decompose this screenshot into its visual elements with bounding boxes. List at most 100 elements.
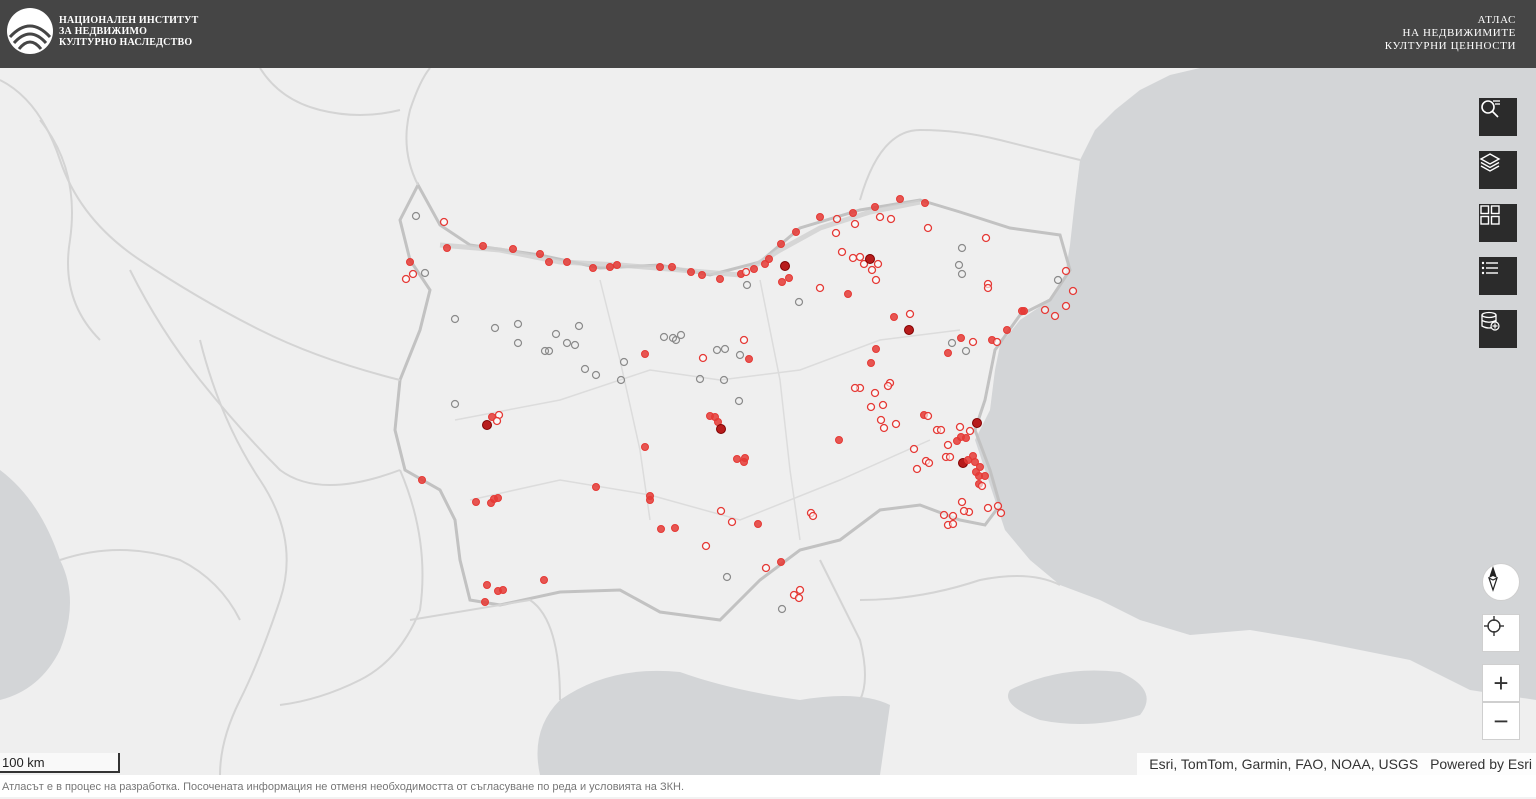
heritage-site-marker[interactable] bbox=[921, 199, 929, 207]
heritage-site-marker[interactable] bbox=[844, 290, 852, 298]
data-add-button[interactable] bbox=[1479, 310, 1517, 348]
heritage-site-marker[interactable] bbox=[871, 275, 881, 285]
heritage-site-marker[interactable] bbox=[808, 511, 818, 521]
search-tool-button[interactable] bbox=[1479, 98, 1517, 136]
legend-button[interactable] bbox=[1479, 257, 1517, 295]
heritage-site-marker[interactable] bbox=[871, 203, 879, 211]
heritage-site-marker[interactable] bbox=[794, 593, 804, 603]
heritage-site-marker[interactable] bbox=[948, 519, 958, 529]
heritage-site-marker[interactable] bbox=[849, 209, 857, 217]
layers-button[interactable] bbox=[1479, 151, 1517, 189]
heritage-site-marker[interactable] bbox=[479, 242, 487, 250]
heritage-site-marker[interactable] bbox=[904, 325, 914, 335]
heritage-site-marker-gray[interactable] bbox=[420, 268, 430, 278]
heritage-site-marker-gray[interactable] bbox=[490, 323, 500, 333]
heritage-site-marker[interactable] bbox=[867, 265, 877, 275]
heritage-site-marker-gray[interactable] bbox=[742, 280, 752, 290]
heritage-site-marker[interactable] bbox=[983, 283, 993, 293]
heritage-site-marker[interactable] bbox=[1061, 266, 1071, 276]
powered-by-link[interactable]: Powered by Esri bbox=[1430, 756, 1532, 772]
heritage-site-marker-gray[interactable] bbox=[450, 399, 460, 409]
heritage-site-marker[interactable] bbox=[668, 263, 676, 271]
heritage-site-marker[interactable] bbox=[765, 255, 773, 263]
heritage-site-marker[interactable] bbox=[733, 455, 741, 463]
heritage-site-marker[interactable] bbox=[406, 258, 414, 266]
heritage-site-marker[interactable] bbox=[536, 250, 544, 258]
heritage-site-marker[interactable] bbox=[481, 598, 489, 606]
zoom-out-button[interactable]: − bbox=[1482, 702, 1520, 740]
heritage-site-marker[interactable] bbox=[739, 335, 749, 345]
heritage-site-marker[interactable] bbox=[780, 261, 790, 271]
heritage-site-marker[interactable] bbox=[872, 345, 880, 353]
heritage-site-marker[interactable] bbox=[795, 585, 805, 595]
heritage-site-marker[interactable] bbox=[905, 309, 915, 319]
heritage-site-marker[interactable] bbox=[992, 337, 1002, 347]
heritage-site-marker-gray[interactable] bbox=[570, 340, 580, 350]
heritage-site-marker[interactable] bbox=[977, 481, 987, 491]
heritage-site-marker-gray[interactable] bbox=[777, 604, 787, 614]
heritage-site-marker-gray[interactable] bbox=[513, 319, 523, 329]
heritage-site-marker-gray[interactable] bbox=[722, 572, 732, 582]
heritage-site-marker[interactable] bbox=[509, 245, 517, 253]
heritage-site-marker[interactable] bbox=[876, 415, 886, 425]
heritage-site-marker[interactable] bbox=[873, 259, 883, 269]
heritage-site-marker[interactable] bbox=[867, 359, 875, 367]
heritage-site-marker[interactable] bbox=[716, 424, 726, 434]
heritage-site-marker[interactable] bbox=[1003, 326, 1011, 334]
heritage-site-marker[interactable] bbox=[540, 576, 548, 584]
heritage-site-marker[interactable] bbox=[741, 454, 749, 462]
heritage-site-marker[interactable] bbox=[778, 278, 786, 286]
heritage-site-marker[interactable] bbox=[785, 274, 793, 282]
heritage-site-marker[interactable] bbox=[855, 252, 865, 262]
heritage-site-marker-gray[interactable] bbox=[720, 344, 730, 354]
zoom-in-button[interactable]: + bbox=[1482, 664, 1520, 702]
heritage-site-marker[interactable] bbox=[850, 219, 860, 229]
heritage-site-marker[interactable] bbox=[939, 510, 949, 520]
heritage-site-marker-gray[interactable] bbox=[450, 314, 460, 324]
heritage-site-marker[interactable] bbox=[545, 258, 553, 266]
heritage-site-marker[interactable] bbox=[499, 586, 507, 594]
heritage-site-marker[interactable] bbox=[646, 496, 654, 504]
heritage-site-marker[interactable] bbox=[965, 426, 975, 436]
heritage-site-marker-gray[interactable] bbox=[735, 350, 745, 360]
heritage-site-marker[interactable] bbox=[494, 494, 502, 502]
heritage-site-marker[interactable] bbox=[936, 425, 946, 435]
heritage-site-marker[interactable] bbox=[641, 443, 649, 451]
heritage-site-marker[interactable] bbox=[968, 337, 978, 347]
heritage-site-marker-gray[interactable] bbox=[1053, 275, 1063, 285]
heritage-site-marker[interactable] bbox=[923, 223, 933, 233]
heritage-site-marker[interactable] bbox=[909, 444, 919, 454]
heritage-site-marker[interactable] bbox=[870, 388, 880, 398]
heritage-site-marker[interactable] bbox=[815, 283, 825, 293]
heritage-site-marker[interactable] bbox=[443, 244, 451, 252]
heritage-site-marker[interactable] bbox=[850, 383, 860, 393]
heritage-site-marker[interactable] bbox=[592, 483, 600, 491]
heritage-site-marker[interactable] bbox=[401, 274, 411, 284]
heritage-site-marker[interactable] bbox=[408, 269, 418, 279]
heritage-site-marker-gray[interactable] bbox=[574, 321, 584, 331]
heritage-site-marker[interactable] bbox=[439, 217, 449, 227]
heritage-site-marker[interactable] bbox=[962, 434, 970, 442]
heritage-site-marker-gray[interactable] bbox=[794, 297, 804, 307]
heritage-site-marker[interactable] bbox=[563, 258, 571, 266]
heritage-site-marker[interactable] bbox=[866, 402, 876, 412]
heritage-site-marker-gray[interactable] bbox=[411, 211, 421, 221]
heritage-site-marker[interactable] bbox=[957, 497, 967, 507]
heritage-site-marker[interactable] bbox=[745, 355, 753, 363]
heritage-site-marker-gray[interactable] bbox=[712, 345, 722, 355]
institute-logo[interactable] bbox=[6, 7, 54, 55]
heritage-site-marker[interactable] bbox=[716, 506, 726, 516]
heritage-site-marker[interactable] bbox=[955, 422, 965, 432]
heritage-site-marker[interactable] bbox=[883, 381, 893, 391]
heritage-site-marker[interactable] bbox=[944, 349, 952, 357]
heritage-site-marker-gray[interactable] bbox=[619, 357, 629, 367]
heritage-site-marker[interactable] bbox=[957, 334, 965, 342]
heritage-site-marker[interactable] bbox=[1020, 307, 1028, 315]
heritage-site-marker-gray[interactable] bbox=[659, 332, 669, 342]
heritage-site-marker[interactable] bbox=[777, 240, 785, 248]
heritage-site-marker[interactable] bbox=[727, 517, 737, 527]
heritage-site-marker[interactable] bbox=[701, 541, 711, 551]
heritage-site-marker[interactable] bbox=[837, 247, 847, 257]
heritage-site-marker[interactable] bbox=[482, 420, 492, 430]
heritage-site-marker[interactable] bbox=[613, 261, 621, 269]
